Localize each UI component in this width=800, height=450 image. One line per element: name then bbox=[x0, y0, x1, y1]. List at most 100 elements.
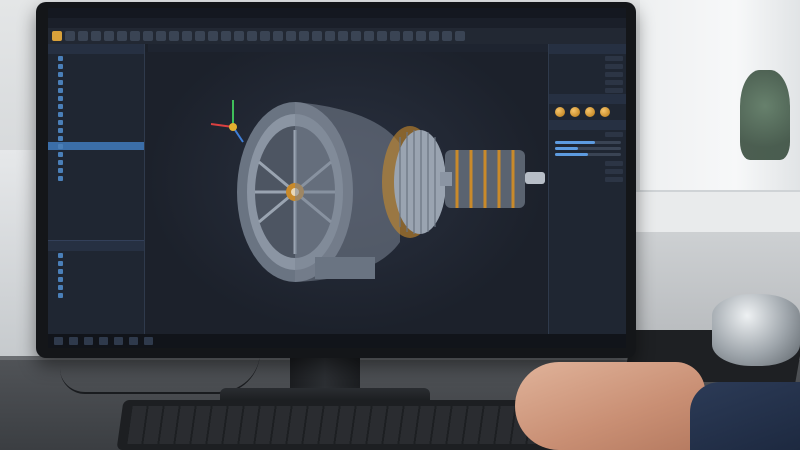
tool-button[interactable] bbox=[182, 31, 192, 41]
material-swatch[interactable] bbox=[585, 107, 595, 117]
ribbon-toolbar bbox=[48, 28, 626, 44]
tool-button[interactable] bbox=[117, 31, 127, 41]
tool-button[interactable] bbox=[377, 31, 387, 41]
tool-button[interactable] bbox=[416, 31, 426, 41]
tree-item[interactable] bbox=[48, 158, 144, 166]
tree-item[interactable] bbox=[48, 54, 144, 62]
tree-item[interactable] bbox=[48, 134, 144, 142]
keyboard bbox=[116, 400, 564, 450]
tool-button[interactable] bbox=[208, 31, 218, 41]
tool-button[interactable] bbox=[429, 31, 439, 41]
material-swatch[interactable] bbox=[555, 107, 565, 117]
3d-viewport[interactable] bbox=[145, 52, 547, 334]
hand-on-mouse bbox=[515, 362, 705, 450]
tree-item-selected[interactable] bbox=[48, 142, 144, 150]
property-row[interactable] bbox=[549, 167, 626, 175]
taskbar bbox=[48, 334, 626, 348]
tree-item[interactable] bbox=[48, 62, 144, 70]
tool-button[interactable] bbox=[351, 31, 361, 41]
tool-button[interactable] bbox=[143, 31, 153, 41]
title-bar bbox=[48, 8, 626, 18]
machined-metal-part bbox=[712, 294, 800, 366]
tool-button[interactable] bbox=[364, 31, 374, 41]
taskbar-app-icon[interactable] bbox=[69, 337, 78, 345]
tool-button[interactable] bbox=[247, 31, 257, 41]
property-row[interactable] bbox=[549, 78, 626, 86]
tool-button[interactable] bbox=[312, 31, 322, 41]
tool-button[interactable] bbox=[78, 31, 88, 41]
taskbar-app-icon[interactable] bbox=[144, 337, 153, 345]
tree-item[interactable] bbox=[48, 291, 144, 299]
tree-item[interactable] bbox=[48, 126, 144, 134]
tool-button[interactable] bbox=[403, 31, 413, 41]
tool-button[interactable] bbox=[325, 31, 335, 41]
panel-header bbox=[549, 120, 626, 130]
tool-button[interactable] bbox=[104, 31, 114, 41]
taskbar-app-icon[interactable] bbox=[114, 337, 123, 345]
taskbar-app-icon[interactable] bbox=[84, 337, 93, 345]
tree-item[interactable] bbox=[48, 70, 144, 78]
tree-item[interactable] bbox=[48, 166, 144, 174]
property-slider[interactable] bbox=[555, 153, 621, 156]
panel-header bbox=[48, 241, 144, 251]
property-row[interactable] bbox=[549, 86, 626, 94]
tool-button[interactable] bbox=[338, 31, 348, 41]
motor-housing bbox=[237, 102, 400, 282]
tool-button[interactable] bbox=[455, 31, 465, 41]
property-row[interactable] bbox=[549, 130, 626, 138]
panel-header bbox=[48, 44, 144, 54]
axis-gizmo-icon bbox=[210, 100, 244, 143]
property-row[interactable] bbox=[549, 54, 626, 62]
property-row[interactable] bbox=[549, 159, 626, 167]
tool-button[interactable] bbox=[91, 31, 101, 41]
tree-item[interactable] bbox=[48, 102, 144, 110]
tree-item[interactable] bbox=[48, 275, 144, 283]
tool-button[interactable] bbox=[286, 31, 296, 41]
tool-button[interactable] bbox=[169, 31, 179, 41]
tool-button[interactable] bbox=[390, 31, 400, 41]
tool-button[interactable] bbox=[273, 31, 283, 41]
background-plant bbox=[740, 70, 790, 160]
tree-item[interactable] bbox=[48, 251, 144, 259]
property-row[interactable] bbox=[549, 62, 626, 70]
background-shelf bbox=[630, 190, 800, 232]
panel-header bbox=[549, 94, 626, 104]
taskbar-app-icon[interactable] bbox=[129, 337, 138, 345]
motor-model bbox=[210, 100, 545, 282]
taskbar-app-icon[interactable] bbox=[99, 337, 108, 345]
menu-bar bbox=[48, 18, 626, 28]
tree-item[interactable] bbox=[48, 94, 144, 102]
tool-button[interactable] bbox=[195, 31, 205, 41]
property-slider[interactable] bbox=[555, 147, 621, 150]
tree-item[interactable] bbox=[48, 150, 144, 158]
tree-item[interactable] bbox=[48, 86, 144, 94]
tree-item[interactable] bbox=[48, 267, 144, 275]
property-row[interactable] bbox=[549, 70, 626, 78]
tool-button[interactable] bbox=[156, 31, 166, 41]
start-button[interactable] bbox=[54, 337, 63, 345]
tool-button[interactable] bbox=[221, 31, 231, 41]
material-swatches bbox=[549, 104, 626, 120]
tree-item[interactable] bbox=[48, 259, 144, 267]
tool-button[interactable] bbox=[65, 31, 75, 41]
tree-item[interactable] bbox=[48, 283, 144, 291]
material-swatch[interactable] bbox=[600, 107, 610, 117]
tool-button[interactable] bbox=[442, 31, 452, 41]
tool-button[interactable] bbox=[130, 31, 140, 41]
property-row[interactable] bbox=[549, 175, 626, 183]
tree-item[interactable] bbox=[48, 78, 144, 86]
feature-tree-panel bbox=[48, 44, 145, 334]
tree-item[interactable] bbox=[48, 174, 144, 182]
property-slider[interactable] bbox=[555, 141, 621, 144]
tool-button[interactable] bbox=[299, 31, 309, 41]
tree-item[interactable] bbox=[48, 110, 144, 118]
tool-button[interactable] bbox=[234, 31, 244, 41]
background-bench bbox=[0, 150, 40, 370]
tool-button[interactable] bbox=[260, 31, 270, 41]
tool-button[interactable] bbox=[52, 31, 62, 41]
material-swatch[interactable] bbox=[570, 107, 580, 117]
tree-item[interactable] bbox=[48, 118, 144, 126]
shirt-sleeve bbox=[690, 382, 800, 450]
properties-panel bbox=[548, 44, 626, 334]
screen bbox=[48, 8, 626, 348]
